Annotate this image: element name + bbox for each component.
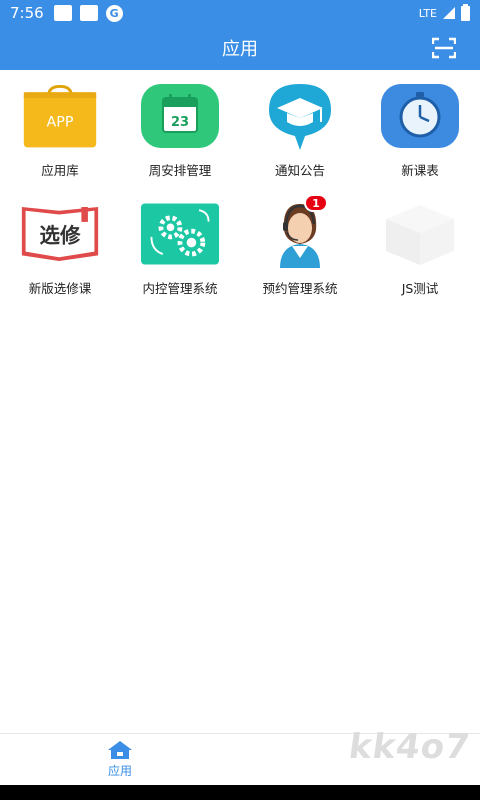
gears-icon	[140, 198, 220, 270]
elective-icon-text: 选修	[40, 223, 81, 247]
graduation-cap-icon	[260, 80, 340, 152]
app-label: JS测试	[401, 281, 439, 296]
app-label: 预约管理系统	[262, 281, 338, 296]
system-navigation-bar	[0, 785, 480, 800]
app-item-notices[interactable]: 通知公告	[240, 80, 360, 188]
box-icon	[380, 198, 460, 270]
status-bar: 7:56 G LTE	[0, 0, 480, 26]
calendar-icon-text: 23	[171, 115, 189, 130]
app-label: 通知公告	[274, 163, 325, 178]
notification-icon	[53, 5, 72, 21]
app-item-week-schedule[interactable]: 23 周安排管理	[120, 80, 240, 188]
app-notification-icon: G	[105, 4, 123, 22]
customer-service-icon: 1	[260, 194, 340, 270]
app-item-booking[interactable]: 1 预约管理系统	[240, 194, 360, 306]
home-icon	[108, 741, 132, 759]
bottom-nav: 应用 kk4o7	[0, 727, 480, 785]
page-title: 应用	[222, 39, 258, 60]
battery-icon	[461, 3, 470, 21]
clock-icon	[380, 80, 460, 152]
elective-book-icon: 选修	[20, 198, 100, 270]
signal-icon	[443, 7, 455, 19]
app-store-icon-text: APP	[47, 114, 74, 130]
scan-icon[interactable]	[432, 37, 456, 59]
watermark-logo: kk4o7	[346, 727, 473, 767]
app-label: 新课表	[401, 163, 439, 178]
app-label: 内控管理系统	[142, 281, 218, 296]
app-label: 应用库	[41, 163, 79, 178]
tab-apps[interactable]: 应用	[90, 740, 150, 784]
status-time: 7:56	[10, 4, 44, 22]
notification-icon-2	[79, 5, 98, 21]
network-type: LTE	[418, 6, 437, 20]
app-item-internal-control[interactable]: 内控管理系统	[120, 198, 240, 306]
app-label: 新版选修课	[28, 281, 92, 296]
app-bar: 应用	[0, 26, 480, 70]
app-item-js-test[interactable]: JS测试	[360, 198, 480, 306]
calendar-icon: 23	[140, 80, 220, 152]
app-item-app-store[interactable]: APP 应用库	[0, 80, 120, 188]
app-item-elective-courses[interactable]: 选修 新版选修课	[0, 198, 120, 306]
app-label: 周安排管理	[148, 163, 212, 178]
app-store-bag-icon: APP	[20, 80, 100, 152]
app-item-new-timetable[interactable]: 新课表	[360, 80, 480, 188]
app-grid: APP 应用库 23 周安排管理 通知公告 新课表 选修 新版选修课 内控管理系…	[0, 80, 480, 306]
tab-label: 应用	[107, 764, 132, 778]
notification-badge: 1	[304, 194, 328, 212]
